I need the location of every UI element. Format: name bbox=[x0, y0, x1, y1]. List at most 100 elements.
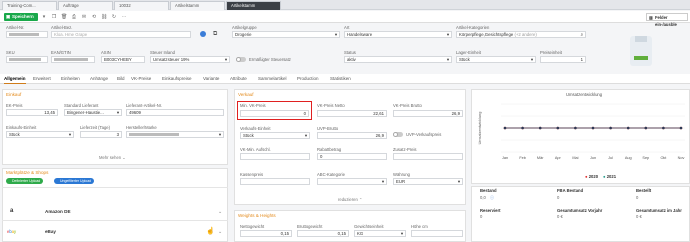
preiseinheit-field[interactable]: 1 bbox=[540, 56, 586, 63]
refresh-icon[interactable]: ↻ bbox=[111, 14, 117, 20]
minvk-field[interactable]: 0 bbox=[240, 110, 309, 117]
tab-vk-preise[interactable]: VK-Preise bbox=[131, 75, 151, 83]
y-axis-label: Umsatzentwicklung bbox=[478, 112, 482, 145]
artbez-field[interactable]: Kloa. Hme Grape bbox=[51, 31, 191, 38]
vk-brutto-field[interactable]: 26,9 bbox=[393, 110, 463, 117]
definierter-upload-badge[interactable]: Definierter Upload bbox=[6, 178, 44, 184]
tab-erweitert[interactable]: Erweitert bbox=[33, 75, 51, 83]
info-icon[interactable]: ⓘ bbox=[490, 195, 494, 201]
nettogewicht-field[interactable]: 0,15 bbox=[240, 230, 292, 237]
ungefilterter-upload-badge[interactable]: Ungefilterter Upload bbox=[54, 178, 95, 184]
delete-icon[interactable]: 🗑 bbox=[61, 14, 67, 20]
fba-value: 0 bbox=[557, 195, 560, 200]
x-tick-label: Jul bbox=[608, 156, 613, 160]
tab-variante[interactable]: Variante bbox=[203, 75, 219, 83]
umsatz-vorjahr-label: Gesamtumsatz Vorjahr bbox=[557, 208, 603, 213]
globe-icon[interactable] bbox=[200, 31, 206, 37]
tab-allgemein[interactable]: Allgemein bbox=[4, 75, 26, 84]
gewichtseinheit-select[interactable]: KG ▾ bbox=[354, 230, 406, 237]
status-select[interactable]: aktiv ▾ bbox=[344, 56, 452, 63]
kat-field[interactable]: Körperpflege,Gesichtspflege (+2 andere) ⌕ bbox=[456, 31, 586, 38]
data-point-2021 bbox=[644, 126, 648, 130]
chevron-down-icon: ▾ bbox=[381, 179, 384, 184]
mehr-sehen-link[interactable]: Mehr sehen ⌄ bbox=[99, 155, 126, 160]
tab-artikelstamm[interactable]: Artikelstamm bbox=[170, 1, 225, 10]
chevron-down-icon: ▾ bbox=[304, 133, 307, 138]
copy-icon[interactable]: ❐ bbox=[51, 14, 57, 20]
x-tick-label: Apr bbox=[555, 156, 562, 160]
zusatz-field[interactable] bbox=[393, 153, 463, 160]
tab-order[interactable]: 10032 bbox=[114, 1, 169, 10]
vke-select[interactable]: Stück ▾ bbox=[240, 132, 310, 139]
ermaessigt-toggle[interactable] bbox=[236, 57, 246, 62]
data-point-2021 bbox=[503, 126, 507, 130]
dropdown-icon[interactable]: ▾ bbox=[41, 14, 47, 20]
save-label: Speichern bbox=[12, 14, 34, 19]
save-icon: ▣ bbox=[6, 14, 11, 19]
tab-production[interactable]: Production bbox=[297, 75, 319, 83]
chevron-down-icon: ▾ bbox=[457, 179, 460, 184]
chevron-down-icon: ▾ bbox=[446, 57, 449, 62]
lager-select[interactable]: Stück ▾ bbox=[456, 56, 536, 63]
product-image[interactable] bbox=[630, 36, 652, 66]
mail-icon[interactable]: ✉ bbox=[81, 14, 87, 20]
redacted-text bbox=[9, 33, 39, 36]
lieferzeit-field[interactable]: 3 bbox=[80, 131, 122, 138]
reserviert-value: 0 bbox=[480, 214, 483, 219]
legend-marker-2021: ● bbox=[603, 174, 606, 179]
link-icon[interactable]: ⛓ bbox=[101, 14, 107, 20]
tab-einheiten[interactable]: Einheiten bbox=[61, 75, 80, 83]
felder-button[interactable]: ▥ Felder ein-/ausble bbox=[646, 13, 688, 27]
uvp-verkaufspreis-toggle[interactable] bbox=[393, 132, 403, 137]
tab-auftraege[interactable]: Aufträge bbox=[58, 1, 113, 10]
uvp-verkaufspreis-label: UVP-Verkaufspreis bbox=[406, 132, 442, 137]
eke-select[interactable]: Stück ▾ bbox=[6, 131, 74, 138]
more-icon[interactable]: ⋯ bbox=[121, 14, 127, 20]
art-select[interactable]: Handelsware ▾ bbox=[344, 31, 452, 38]
print-icon[interactable]: ⎙ bbox=[71, 14, 77, 20]
tab-attribute[interactable]: Attribute bbox=[230, 75, 247, 83]
aufschlag-field[interactable] bbox=[240, 153, 310, 160]
ean-field[interactable] bbox=[51, 56, 95, 63]
ek-field[interactable]: 13,45 bbox=[6, 109, 58, 116]
amazon-label: Amazon DE bbox=[45, 209, 71, 214]
copy-icon[interactable]: ⧉ bbox=[213, 31, 217, 38]
artnr-field[interactable] bbox=[6, 31, 48, 38]
uvp-field[interactable]: 26,9 bbox=[317, 132, 387, 139]
abc-select[interactable]: ▾ bbox=[317, 178, 387, 185]
gruppe-select[interactable]: Drogerie ▾ bbox=[232, 31, 340, 38]
marke-select[interactable]: ▾ bbox=[126, 131, 224, 138]
preiseinheit-label: Preiseinheit bbox=[540, 50, 562, 55]
hoehe-field[interactable] bbox=[411, 230, 463, 237]
reduzieren-link[interactable]: reduzieren ⌃ bbox=[338, 197, 362, 202]
tab-anhaenge[interactable]: Anhänge bbox=[90, 75, 108, 83]
minvk-label: Min. VK-Preis bbox=[240, 103, 266, 108]
tab-statistiken[interactable]: Statistiken bbox=[330, 75, 351, 83]
hoehe-label: Höhe cm bbox=[411, 224, 428, 229]
waehrung-select[interactable]: EUR ▾ bbox=[393, 178, 463, 185]
vk-netto-field[interactable]: 22,61 bbox=[317, 110, 387, 117]
chevron-down-icon[interactable]: ⌄ bbox=[218, 209, 222, 215]
bruttogewicht-field[interactable]: 0,15 bbox=[297, 230, 349, 237]
zusatz-label: Zusatz-Preis bbox=[393, 147, 417, 152]
abc-label: ABC-Kategorie bbox=[317, 172, 345, 177]
tab-einkaufspreise[interactable]: Einkaufspreise bbox=[162, 75, 192, 83]
kassenpreis-field[interactable] bbox=[240, 178, 310, 185]
steuer-select[interactable]: Umsatzsteuer 19% ▾ bbox=[150, 56, 230, 63]
lieferant-nr-field[interactable]: 49609 bbox=[126, 109, 224, 116]
felder-label: Felder ein-/ausble bbox=[655, 15, 677, 27]
history-icon[interactable]: ⟲ bbox=[91, 14, 97, 20]
einkauf-title: Einkauf bbox=[6, 92, 22, 97]
save-button[interactable]: ▣ Speichern bbox=[4, 13, 38, 21]
chevron-down-icon[interactable]: ⌄ bbox=[218, 229, 222, 235]
rabatt-field[interactable]: 0 bbox=[317, 153, 387, 160]
lieferant-select[interactable]: Bingener-Haustie... ▾ bbox=[64, 109, 122, 116]
tab-artikelstamm-active[interactable]: Artikelstamm bbox=[226, 1, 281, 10]
sku-field[interactable] bbox=[6, 56, 48, 63]
asin-field[interactable]: B003CYHEBY bbox=[101, 56, 145, 63]
sales-chart: Umsatzentwicklung Jan Feb Mär Apr Mai Jun Jul Au… bbox=[478, 103, 685, 160]
tab-bild[interactable]: Bild bbox=[117, 75, 125, 83]
tab-training[interactable]: Training-Com... bbox=[2, 1, 57, 10]
verkauf-title: Verkauf bbox=[238, 92, 254, 97]
tab-sammelartikel[interactable]: Sammelartikel bbox=[258, 75, 287, 83]
